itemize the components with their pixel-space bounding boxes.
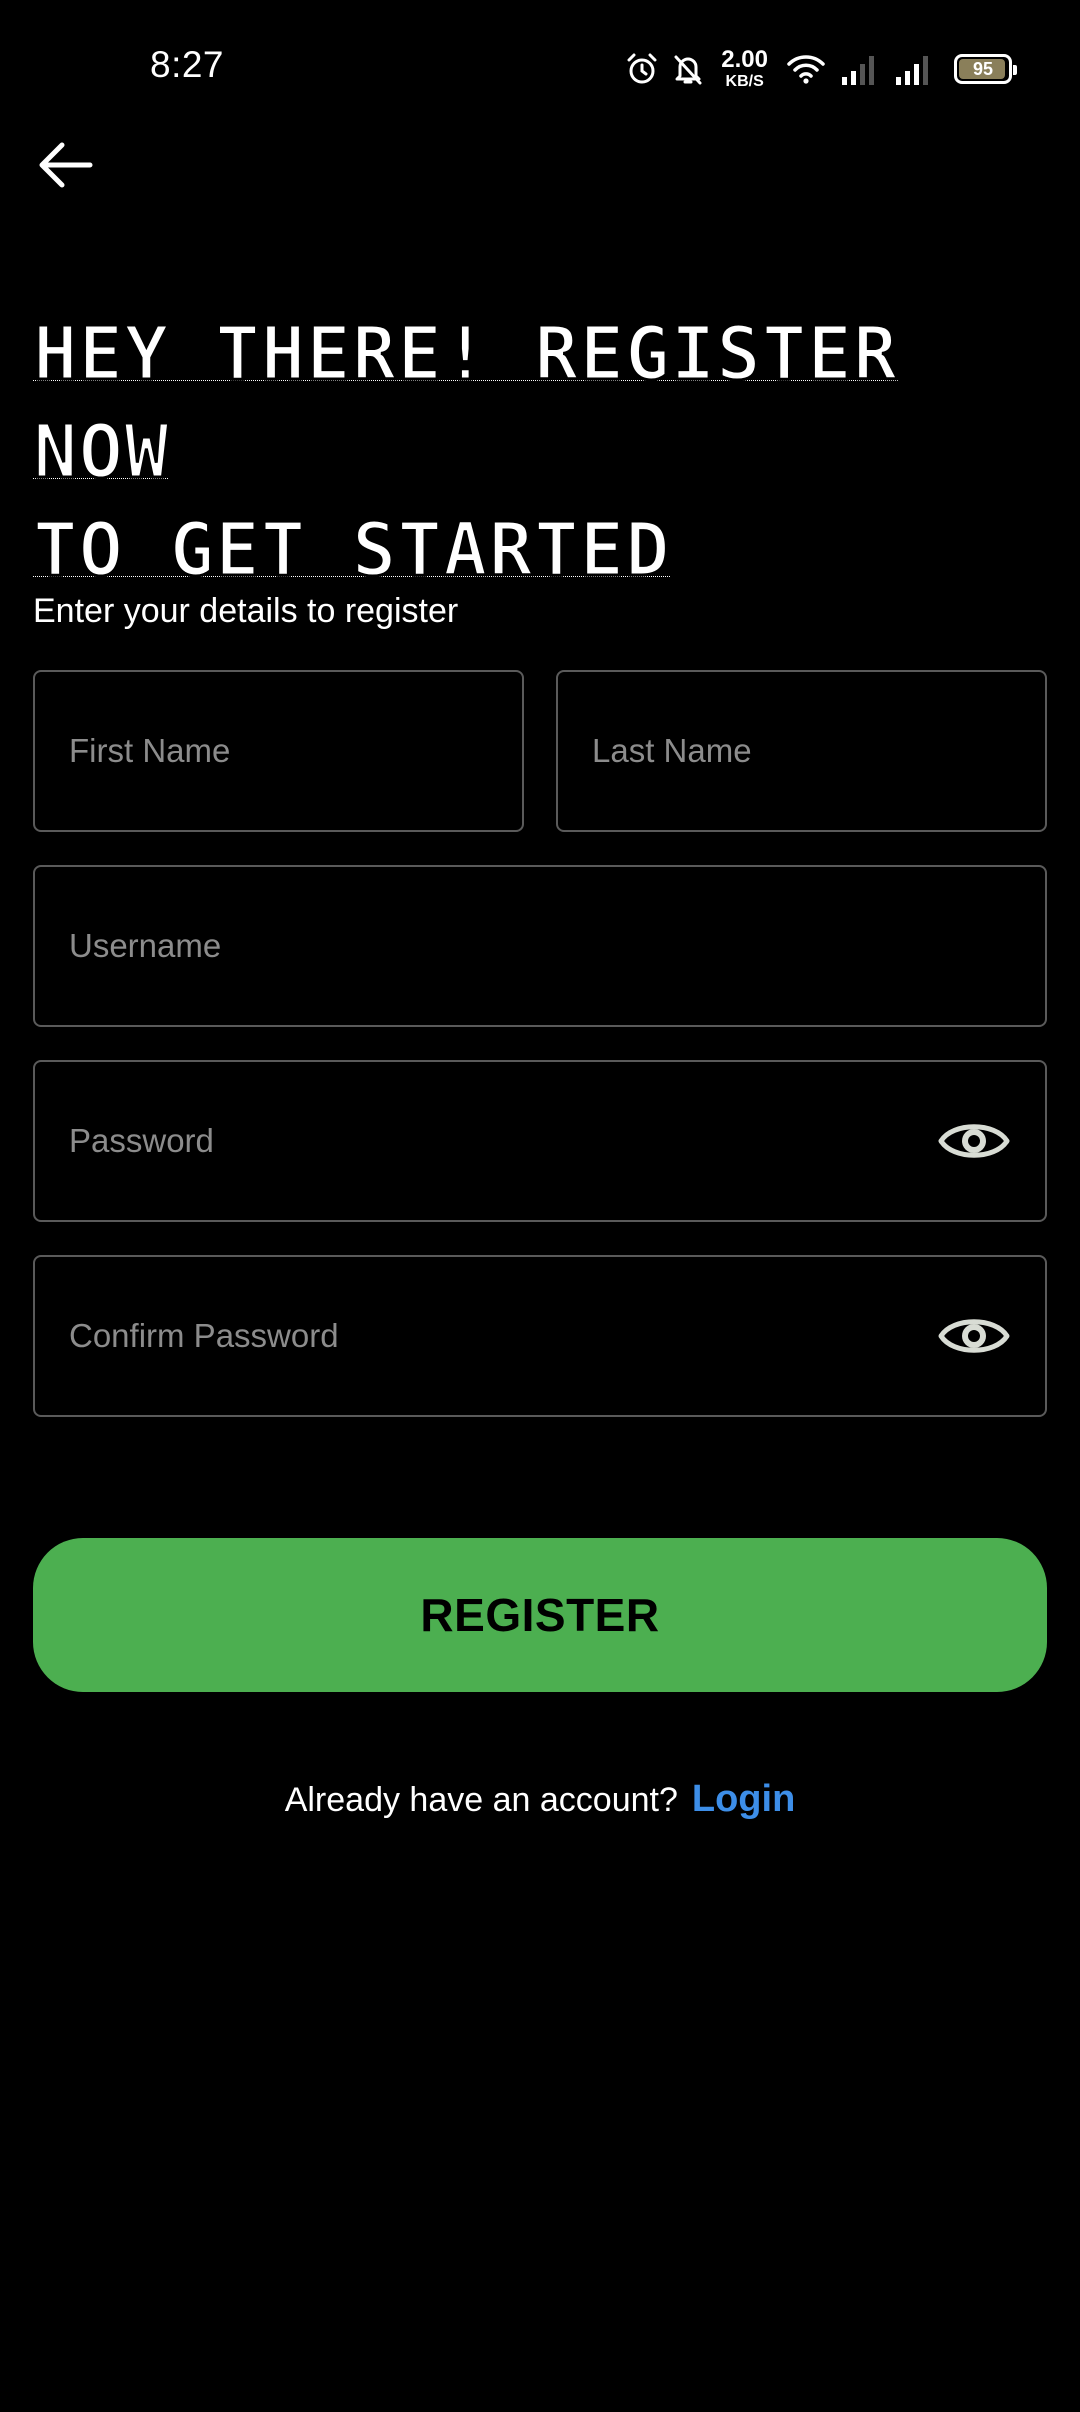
status-icons: 2.00 KB/S 95	[625, 44, 1017, 94]
password-input[interactable]	[69, 1062, 939, 1220]
network-speed: 2.00 KB/S	[721, 48, 768, 90]
alarm-icon	[625, 52, 659, 86]
confirm-password-visibility-toggle[interactable]	[937, 1311, 1011, 1361]
form-subtitle: Enter your details to register	[33, 592, 459, 630]
wifi-icon	[786, 53, 826, 85]
page-title: HEY THERE! REGISTER NOW TO GET STARTED	[31, 305, 1043, 599]
status-bar: 8:27 2.00 KB/S 95	[0, 0, 1080, 140]
notifications-muted-icon	[673, 52, 703, 86]
first-name-input[interactable]	[69, 672, 416, 830]
network-speed-value: 2.00	[721, 46, 768, 73]
username-field[interactable]	[33, 865, 1047, 1027]
page-title-line-2: TO GET STARTED	[32, 506, 672, 595]
login-prompt-row: Already have an account? Login	[0, 1778, 1080, 1821]
status-time: 8:27	[150, 44, 225, 85]
password-visibility-toggle[interactable]	[937, 1116, 1011, 1166]
page-title-line-1: HEY THERE! REGISTER NOW	[31, 310, 899, 497]
signal-icon	[840, 53, 880, 85]
username-input[interactable]	[69, 867, 939, 1025]
eye-icon	[938, 1124, 1010, 1158]
arrow-left-icon	[39, 142, 93, 188]
network-speed-unit: KB/S	[725, 73, 764, 90]
back-button[interactable]	[30, 130, 100, 200]
first-name-field[interactable]	[33, 670, 524, 832]
eye-icon	[938, 1319, 1010, 1353]
password-field[interactable]	[33, 1060, 1047, 1222]
battery-level: 95	[972, 58, 994, 79]
register-button[interactable]: REGISTER	[33, 1538, 1047, 1692]
last-name-field[interactable]	[556, 670, 1047, 832]
confirm-password-input[interactable]	[69, 1257, 939, 1415]
login-prompt-text: Already have an account?	[284, 1781, 678, 1819]
battery-cap	[1013, 65, 1017, 75]
last-name-input[interactable]	[592, 672, 939, 830]
battery-icon: 95	[954, 54, 1017, 84]
confirm-password-field[interactable]	[33, 1255, 1047, 1417]
login-link[interactable]: Login	[692, 1778, 795, 1821]
signal-icon	[894, 53, 934, 85]
